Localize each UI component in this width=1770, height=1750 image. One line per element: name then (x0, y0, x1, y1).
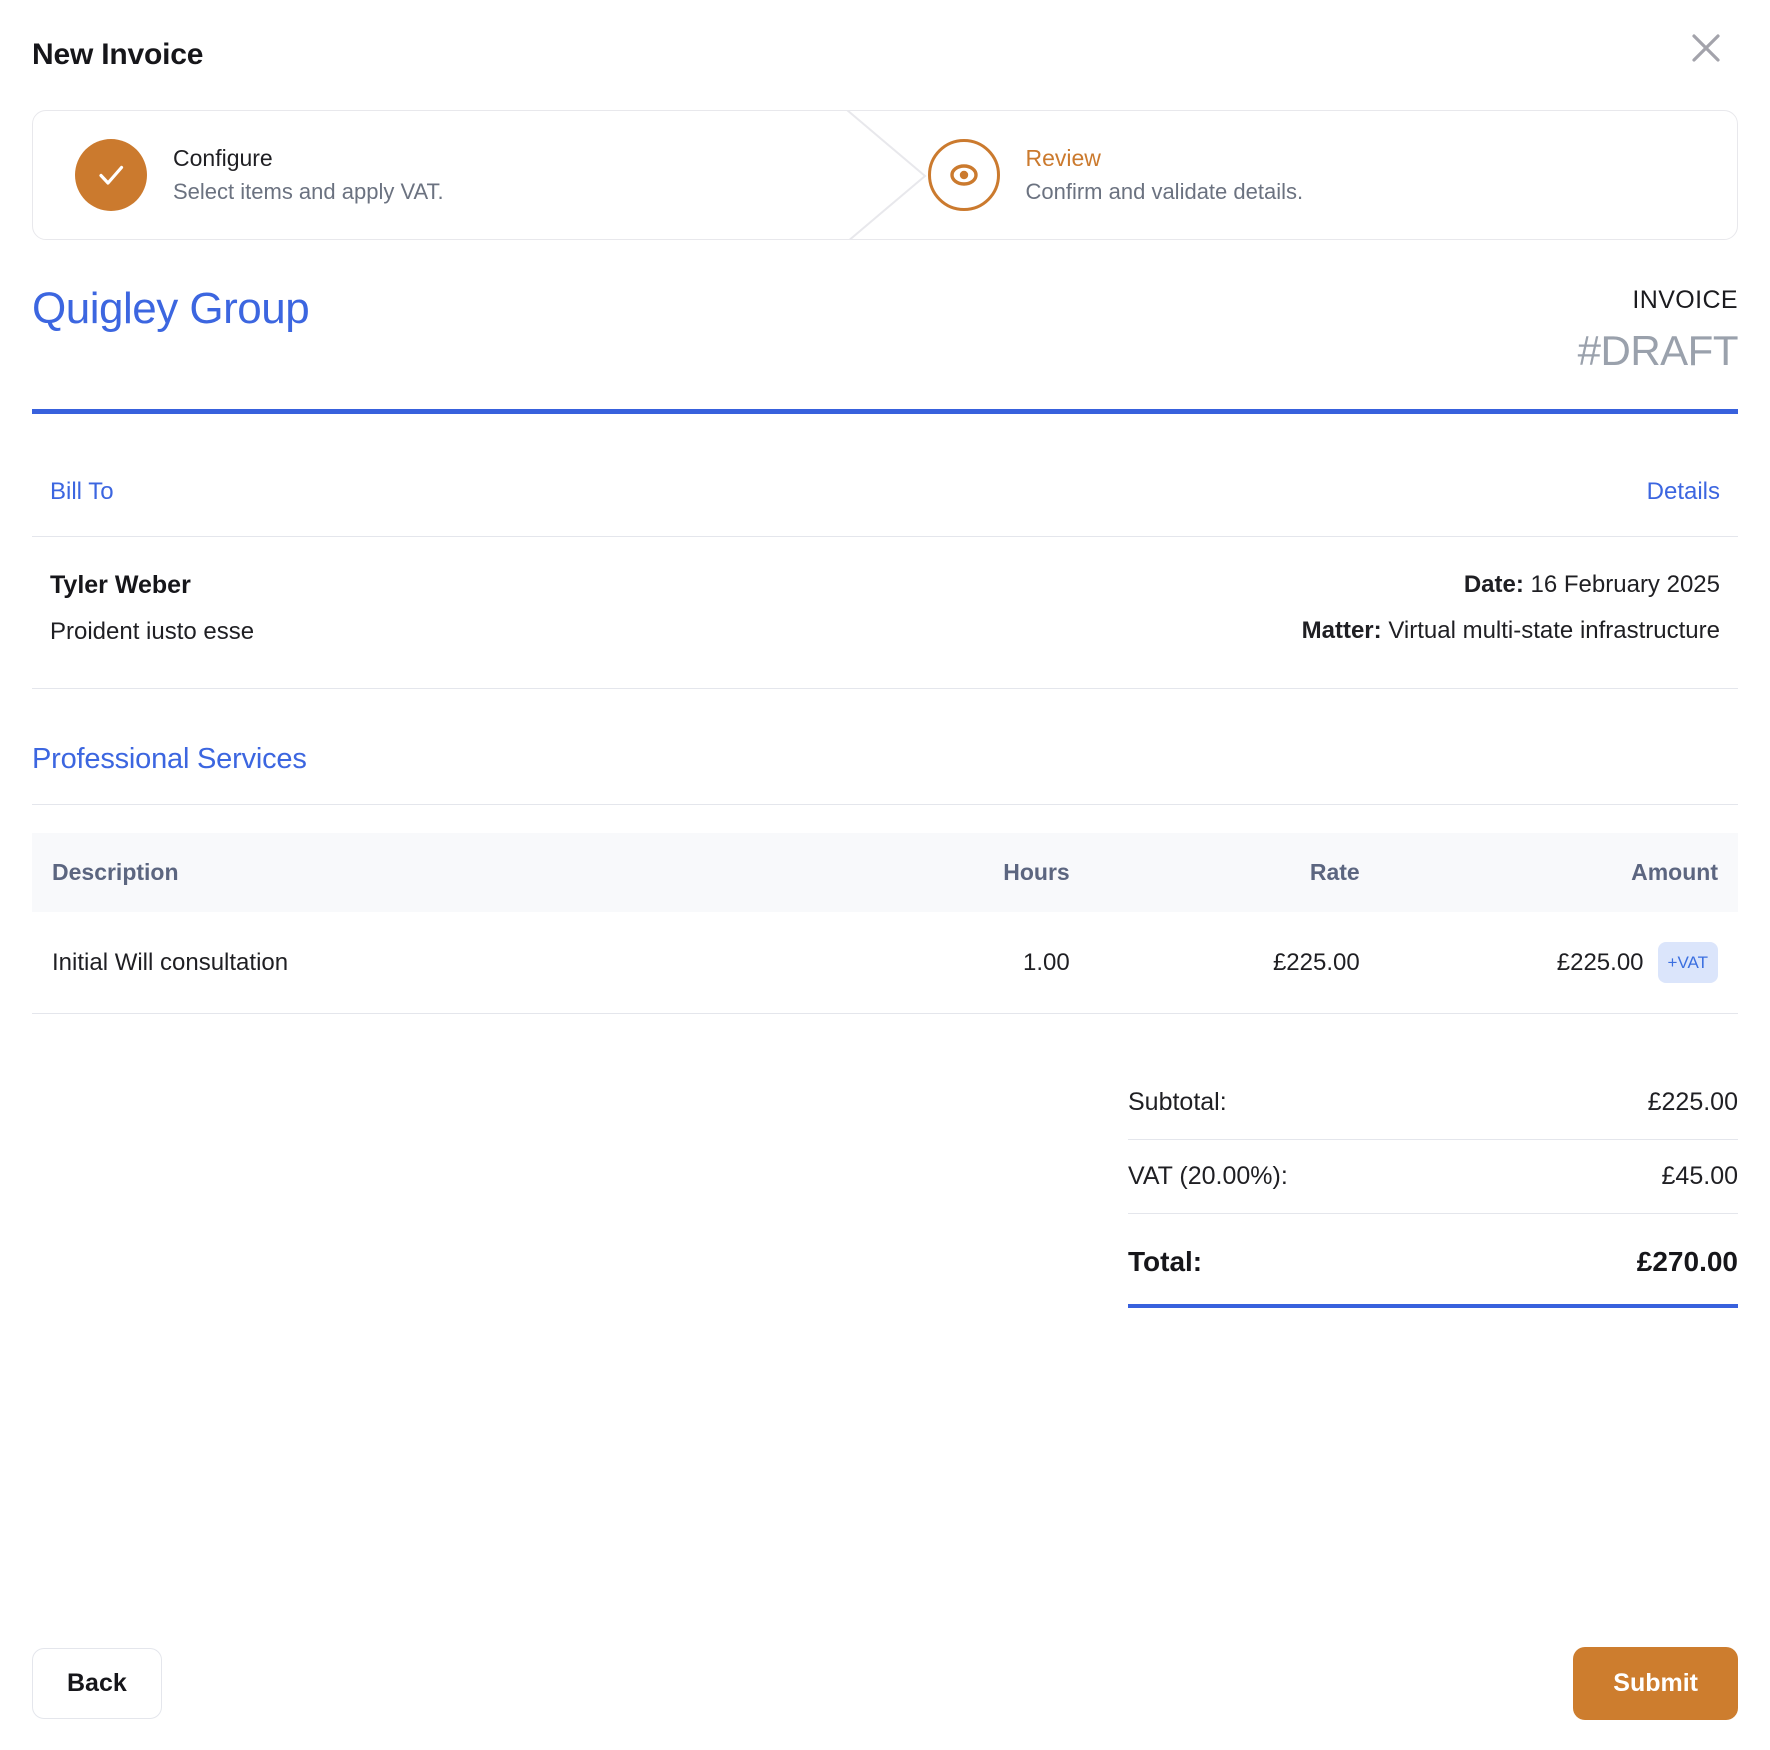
table-header-row: Description Hours Rate Amount (32, 833, 1738, 912)
step-review-desc: Confirm and validate details. (1025, 178, 1304, 204)
step-review[interactable]: Review Confirm and validate details. (886, 111, 1738, 239)
invoice-date-value: 16 February 2025 (1530, 571, 1720, 598)
billto-client: Tyler Weber Proident iusto esse (50, 571, 254, 646)
billto-content: Tyler Weber Proident iusto esse Date: 16… (32, 537, 1738, 646)
new-invoice-modal: New Invoice Configure Select items and a… (0, 0, 1770, 1750)
invoice-number: #DRAFT (1577, 327, 1739, 374)
amount-with-badge: £225.00 +VAT (1400, 942, 1718, 983)
totals-block: Subtotal: £225.00 VAT (20.00%): £45.00 T… (1128, 1066, 1738, 1308)
vat-badge[interactable]: +VAT (1657, 942, 1718, 983)
modal-header: New Invoice (32, 0, 1738, 110)
subtotal-value: £225.00 (1647, 1088, 1738, 1116)
line-items-table: Description Hours Rate Amount Initial Wi… (32, 833, 1738, 1014)
line-items-head: Description Hours Rate Amount (32, 833, 1738, 912)
check-icon (75, 139, 147, 211)
grand-total-row: Total: £270.00 (1128, 1214, 1738, 1304)
cell-rate: £225.00 (1089, 912, 1380, 1014)
col-header-amount: Amount (1379, 833, 1738, 912)
wizard-stepper: Configure Select items and apply VAT. Re… (32, 110, 1738, 240)
vat-row: VAT (20.00%): £45.00 (1128, 1140, 1738, 1214)
total-value: £270.00 (1636, 1246, 1738, 1277)
step-configure[interactable]: Configure Select items and apply VAT. (33, 111, 885, 239)
invoice-date-label: Date: (1463, 571, 1524, 598)
invoice-matter: Matter: Virtual multi-state infrastructu… (1302, 617, 1720, 645)
table-row: Initial Will consultation 1.00 £225.00 £… (32, 912, 1738, 1014)
cell-description: Initial Will consultation (32, 912, 817, 1014)
invoice-date: Date: 16 February 2025 (1302, 571, 1720, 599)
eye-icon (927, 139, 1000, 211)
col-header-rate: Rate (1089, 833, 1380, 912)
totals-section: Subtotal: £225.00 VAT (20.00%): £45.00 T… (32, 1066, 1738, 1308)
details-label: Details (1646, 478, 1720, 505)
step-review-text: Review Confirm and validate details. (1025, 145, 1304, 204)
cell-amount-value: £225.00 (1556, 948, 1644, 976)
submit-button[interactable]: Submit (1573, 1647, 1738, 1720)
invoice-accent-rule (32, 409, 1738, 414)
modal-footer: Back Submit (32, 1647, 1738, 1720)
subtotal-row: Subtotal: £225.00 (1128, 1066, 1738, 1140)
billto-details: Date: 16 February 2025 Matter: Virtual m… (1302, 571, 1720, 646)
invoice-matter-label: Matter: (1301, 617, 1382, 644)
section-divider (32, 804, 1738, 805)
invoice-header: Quigley Group INVOICE #DRAFT (32, 284, 1739, 375)
invoice-word: INVOICE (1632, 286, 1738, 314)
step-configure-label: Configure (173, 145, 273, 172)
section-title-professional-services: Professional Services (32, 743, 307, 775)
client-subtitle: Proident iusto esse (50, 618, 255, 645)
subtotal-label: Subtotal: (1128, 1088, 1227, 1116)
invoice-meta: INVOICE #DRAFT (1577, 286, 1739, 375)
col-header-description: Description (32, 833, 817, 912)
vat-value: £45.00 (1661, 1162, 1738, 1190)
col-header-hours: Hours (816, 833, 1090, 912)
cell-amount: £225.00 +VAT (1379, 912, 1738, 1014)
cell-hours: 1.00 (816, 912, 1090, 1014)
vat-label: VAT (20.00%): (1128, 1162, 1288, 1190)
page-title: New Invoice (32, 38, 204, 71)
bill-to-label: Bill To (50, 478, 114, 505)
company-name: Quigley Group (32, 284, 310, 333)
line-items-body: Initial Will consultation 1.00 £225.00 £… (32, 912, 1738, 1014)
step-review-label: Review (1025, 145, 1101, 172)
invoice-matter-value: Virtual multi-state infrastructure (1388, 617, 1720, 644)
total-label: Total: (1128, 1246, 1203, 1277)
grand-total-rule (1128, 1304, 1738, 1308)
back-button[interactable]: Back (32, 1648, 162, 1719)
billto-bottom-divider (32, 688, 1738, 689)
billto-label-row: Bill To Details (32, 478, 1738, 506)
client-name: Tyler Weber (50, 571, 191, 599)
close-icon[interactable] (1680, 22, 1732, 74)
step-configure-text: Configure Select items and apply VAT. (173, 145, 444, 204)
step-configure-desc: Select items and apply VAT. (173, 178, 444, 204)
